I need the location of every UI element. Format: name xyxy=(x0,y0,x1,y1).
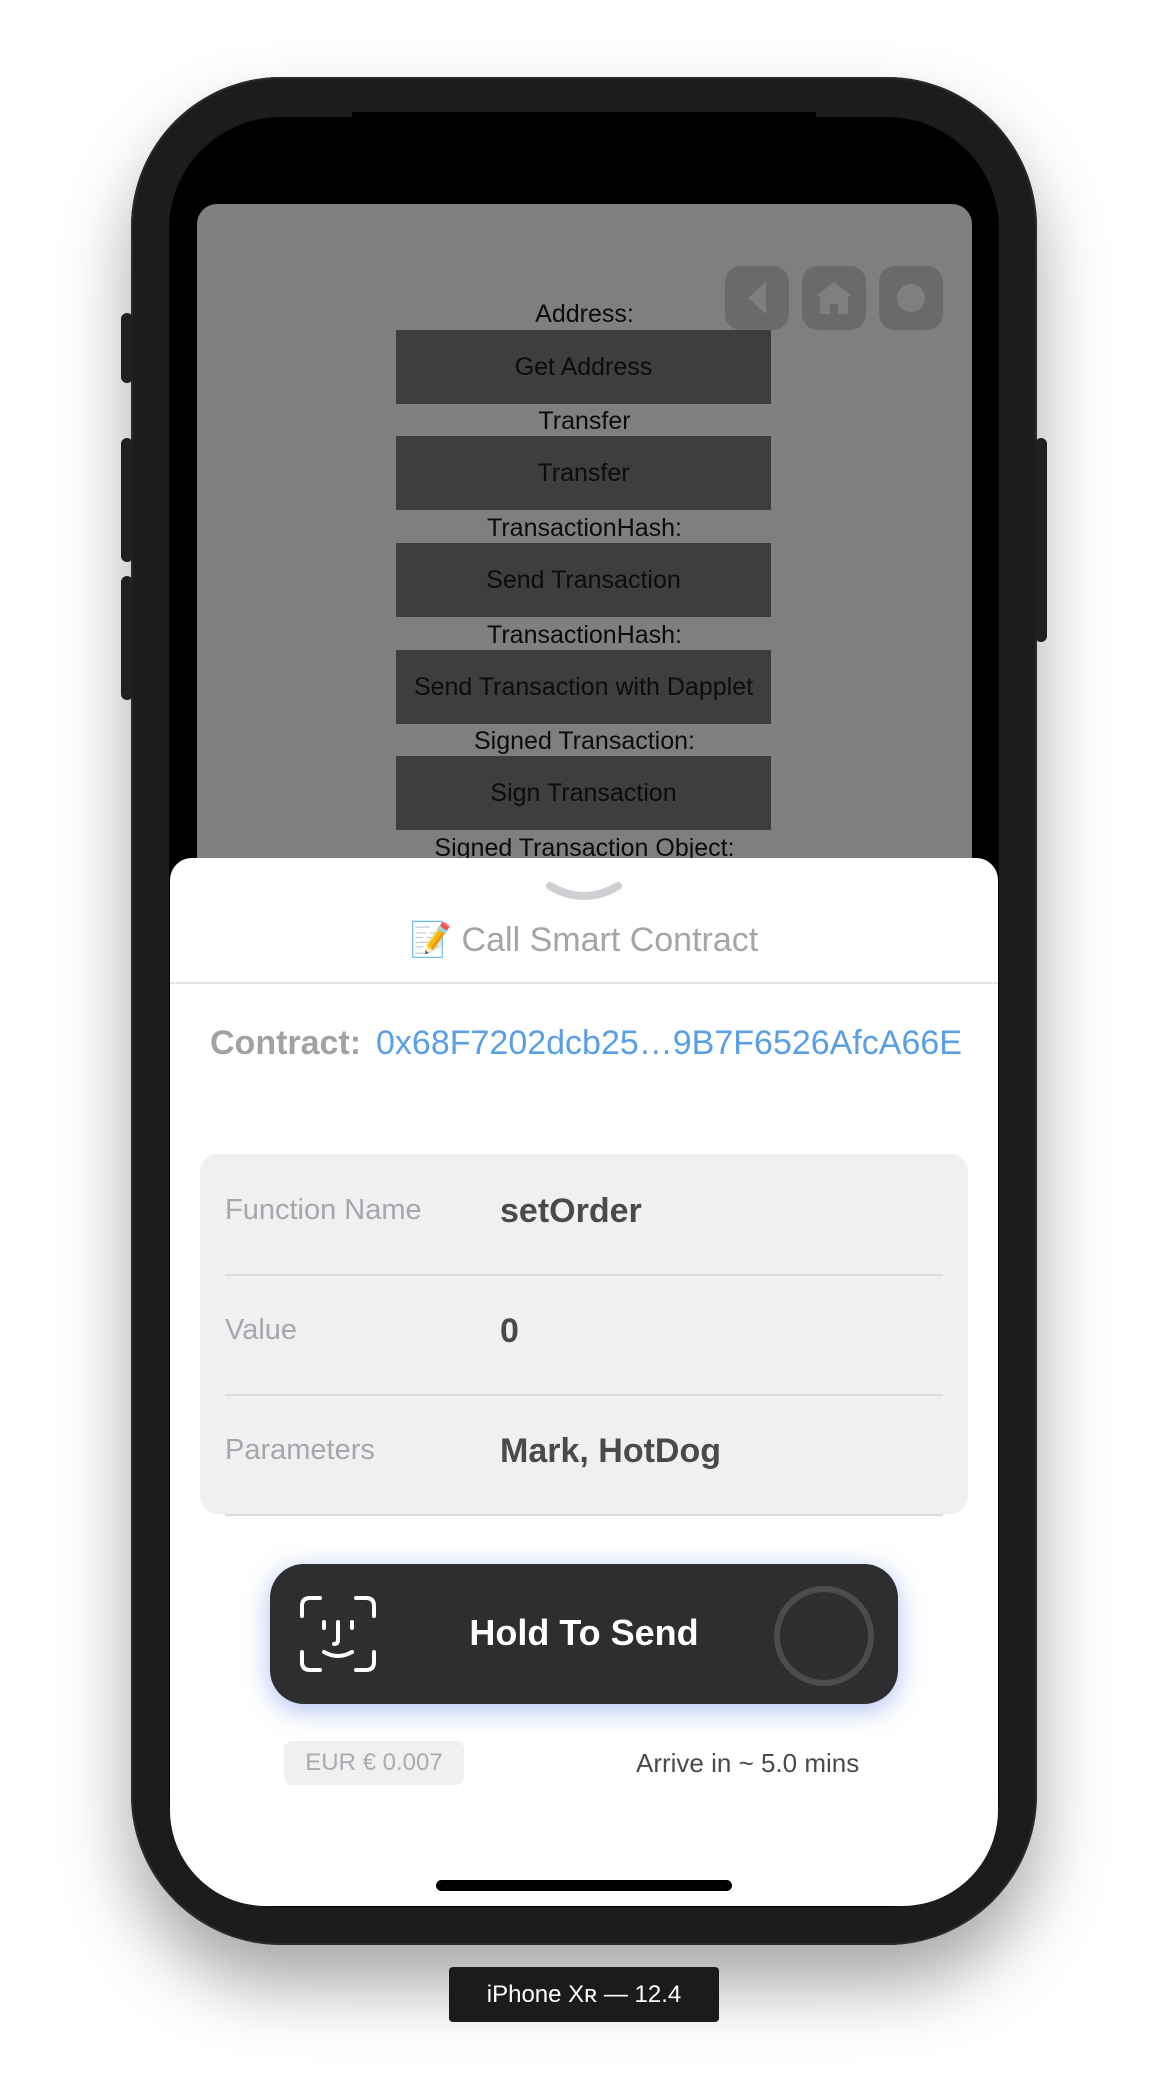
signed-transaction-label: Signed Transaction: xyxy=(474,727,695,755)
volume-up-button xyxy=(121,438,133,562)
row-value: Mark, HotDog xyxy=(500,1432,721,1470)
transaction-details-card: Function Name setOrder Value 0 Parameter… xyxy=(200,1154,968,1516)
transfer-label: Transfer xyxy=(538,407,631,435)
row-label: Function Name xyxy=(225,1194,422,1226)
notch xyxy=(352,112,816,182)
fee-badge: EUR € 0.007 xyxy=(284,1741,464,1785)
row-value: setOrder xyxy=(500,1192,642,1230)
detail-row-value: Value 0 xyxy=(225,1274,943,1396)
send-transaction-button[interactable]: Send Transaction xyxy=(396,543,771,617)
progress-ring xyxy=(774,1586,874,1686)
detail-row-function-name: Function Name setOrder xyxy=(225,1154,943,1276)
transaction-hash-label: TransactionHash: xyxy=(487,514,682,542)
get-address-button[interactable]: Get Address xyxy=(396,330,771,404)
device-label: iPhone Xʀ — 12.4 xyxy=(449,1967,719,2022)
arrival-estimate: Arrive in ~ 5.0 mins xyxy=(636,1748,860,1778)
transaction-hash-label: TransactionHash: xyxy=(487,621,682,649)
volume-down-button xyxy=(121,576,133,700)
sheet-title: 📝 Call Smart Contract xyxy=(409,921,759,959)
send-transaction-dapplet-button[interactable]: Send Transaction with Dapplet xyxy=(396,650,771,724)
chevron-down-icon[interactable] xyxy=(546,882,622,904)
power-button xyxy=(1035,438,1047,642)
contract-address-link[interactable]: 0x68F7202dcb25…9B7F6526AfcA66E xyxy=(376,1024,962,1063)
hold-to-send-button[interactable]: Hold To Send xyxy=(270,1564,898,1704)
mute-switch xyxy=(121,313,133,383)
address-label: Address: xyxy=(535,300,634,328)
row-value: 0 xyxy=(500,1312,519,1350)
call-contract-sheet: 📝 Call Smart Contract Contract: 0x68F720… xyxy=(170,858,998,1906)
sign-transaction-button[interactable]: Sign Transaction xyxy=(396,756,771,830)
row-label: Value xyxy=(225,1314,298,1346)
detail-row-parameters: Parameters Mark, HotDog xyxy=(225,1394,943,1516)
row-label: Parameters xyxy=(225,1434,375,1466)
contract-label: Contract: xyxy=(210,1024,362,1062)
divider xyxy=(170,982,998,984)
home-indicator[interactable] xyxy=(436,1880,732,1891)
transfer-button[interactable]: Transfer xyxy=(396,436,771,510)
